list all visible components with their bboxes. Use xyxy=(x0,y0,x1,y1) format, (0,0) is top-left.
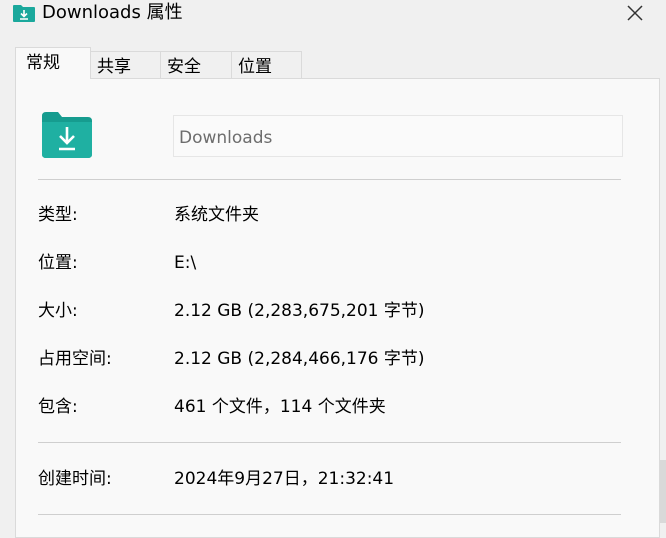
tab-security[interactable]: 安全 xyxy=(160,51,232,81)
close-button[interactable] xyxy=(616,0,656,28)
downloads-folder-icon xyxy=(13,5,35,22)
window-title: Downloads 属性 xyxy=(42,2,183,23)
tab-general[interactable]: 常规 xyxy=(15,47,91,79)
created-value: 2024年9月27日，21:32:41 xyxy=(174,469,395,489)
close-icon xyxy=(627,5,643,21)
size-value: 2.12 GB (2,283,675,201 字节) xyxy=(174,301,425,321)
size-on-disk-label: 占用空间: xyxy=(38,349,112,369)
divider xyxy=(38,442,621,443)
size-on-disk-value: 2.12 GB (2,284,466,176 字节) xyxy=(174,349,425,369)
contains-label: 包含: xyxy=(38,397,78,417)
type-label: 类型: xyxy=(38,205,78,225)
folder-name-input[interactable] xyxy=(173,115,623,157)
tab-sharing[interactable]: 共享 xyxy=(90,51,161,81)
divider xyxy=(38,179,621,180)
scrollbar[interactable] xyxy=(660,460,666,523)
contains-value: 461 个文件，114 个文件夹 xyxy=(174,397,386,417)
tab-location[interactable]: 位置 xyxy=(231,51,302,81)
created-label: 创建时间: xyxy=(38,469,112,489)
title-bar: Downloads 属性 xyxy=(0,0,666,34)
type-value: 系统文件夹 xyxy=(174,205,259,225)
location-label: 位置: xyxy=(38,253,78,273)
location-value: E:\ xyxy=(174,253,197,273)
divider xyxy=(38,514,621,515)
size-label: 大小: xyxy=(38,301,78,321)
downloads-folder-icon xyxy=(42,112,92,158)
